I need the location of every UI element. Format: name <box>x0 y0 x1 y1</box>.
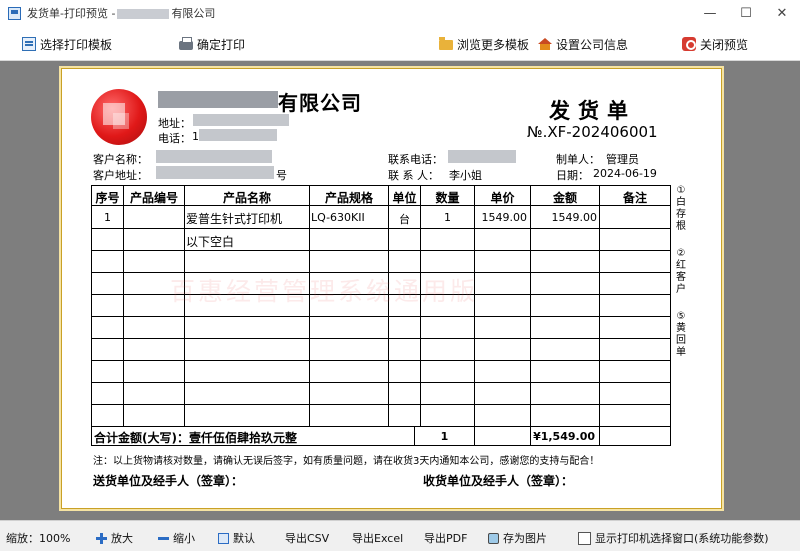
document-number: №.XF-202406001 <box>527 123 658 141</box>
blank-below-text: 以下空白 <box>186 235 235 249</box>
zoom-in-button[interactable]: 放大 <box>96 530 133 546</box>
copy-labels: ① 白 存 根 ② 红 客 户 ⑤ 黄 回 单 <box>676 185 686 358</box>
statusbar: 缩放： 100% 放大 缩小 默认 导出CSV 导出Excel 导出PDF 存为… <box>0 520 800 551</box>
zoom-out-button[interactable]: 缩小 <box>158 530 195 546</box>
browse-templates-button[interactable]: 浏览更多模板 <box>439 35 529 53</box>
watermark-text: 百惠经营管理系统通用版 <box>170 277 479 306</box>
company-settings-label: 设置公司信息 <box>556 37 629 52</box>
redacted-customer-name <box>156 150 272 163</box>
confirm-print-label: 确定打印 <box>197 37 246 52</box>
row1-spec: LQ-630KII <box>311 211 365 224</box>
redacted-phone <box>199 129 277 141</box>
window-titlebar: 发货单-打印预览 - 有限公司 — ☐ ✕ <box>0 0 800 26</box>
company-settings-button[interactable]: 设置公司信息 <box>538 35 628 53</box>
contact-person-label: 联 系 人： <box>388 169 439 182</box>
contact-person-value: 李小姐 <box>449 169 482 182</box>
col-header-seq: 序号 <box>95 191 120 205</box>
customer-address-suffix: 号 <box>276 169 287 182</box>
date-value: 2024-06-19 <box>593 167 657 180</box>
redacted-customer-address <box>156 166 274 179</box>
confirm-print-button[interactable]: 确定打印 <box>179 35 245 53</box>
select-template-button[interactable]: 选择打印模板 <box>22 35 112 53</box>
zoom-value: 100% <box>39 531 71 545</box>
redacted-contact-phone <box>448 150 516 163</box>
zoom-label: 缩放： <box>6 532 39 545</box>
row1-price: 1549.00 <box>481 211 528 224</box>
row1-name: 爱普生针式打印机 <box>186 212 283 226</box>
col-header-price: 单价 <box>490 191 515 205</box>
zoom-indicator: 缩放： 100% <box>6 530 70 546</box>
close-preview-label: 关闭预览 <box>700 37 749 52</box>
row1-unit: 台 <box>399 213 410 226</box>
customer-name-label: 客户名称： <box>93 153 148 166</box>
minus-icon <box>158 533 169 544</box>
app-icon <box>8 6 21 20</box>
col-header-spec: 产品规格 <box>324 191 373 205</box>
minimize-button[interactable]: — <box>692 0 728 26</box>
export-csv-button[interactable]: 导出CSV <box>285 530 329 546</box>
total-amount-words: 合计金额(大写)：壹仟伍佰肆拾玖元整 <box>94 431 297 445</box>
total-amount: ¥1,549.00 <box>533 430 595 443</box>
home-icon <box>538 38 552 50</box>
total-quantity: 1 <box>440 430 449 443</box>
row1-seq: 1 <box>104 211 111 224</box>
show-printer-dialog-checkbox[interactable]: 显示打印机选择窗口(系统功能参数) <box>578 530 769 546</box>
document-title: 发货单 <box>549 99 636 123</box>
close-window-button[interactable]: ✕ <box>764 0 800 26</box>
redacted-text <box>117 9 170 19</box>
col-header-amount: 金额 <box>552 191 577 205</box>
plus-icon <box>96 532 107 544</box>
company-name: 有限公司 <box>278 91 362 115</box>
phone-value: 1 <box>192 130 199 143</box>
row1-qty: 1 <box>444 211 451 224</box>
export-pdf-button[interactable]: 导出PDF <box>424 530 467 546</box>
power-icon <box>682 37 696 51</box>
checkbox-box[interactable] <box>578 531 591 545</box>
delivery-signature-label: 送货单位及经手人（签章）： <box>93 474 244 488</box>
zoom-default-button[interactable]: 默认 <box>218 530 255 546</box>
browse-templates-label: 浏览更多模板 <box>457 37 530 52</box>
col-header-remark: 备注 <box>622 191 647 205</box>
toolbar: 选择打印模板 确定打印 浏览更多模板 设置公司信息 关闭预览 <box>0 26 800 61</box>
col-header-qty: 数量 <box>435 191 460 205</box>
contact-phone-label: 联系电话： <box>388 153 443 166</box>
col-header-unit: 单位 <box>392 191 417 205</box>
footer-note: 注：以上货物请核对数量，请确认无误后签字，如有质量问题，请在收货3天内通知本公司… <box>93 456 600 467</box>
printer-icon <box>179 37 193 50</box>
col-header-name: 产品名称 <box>222 191 271 205</box>
row1-amount: 1549.00 <box>551 211 598 224</box>
template-icon <box>22 37 36 51</box>
receiver-signature-label: 收货单位及经手人（签章）： <box>423 474 574 488</box>
customer-address-label: 客户地址： <box>93 169 148 182</box>
default-zoom-icon <box>218 532 229 544</box>
company-logo <box>91 89 147 145</box>
save-image-button[interactable]: 存为图片 <box>488 530 547 546</box>
date-label: 日期： <box>556 169 589 182</box>
maker-label: 制单人： <box>556 153 600 166</box>
phone-label: 电话： <box>158 132 191 145</box>
image-icon <box>488 532 499 544</box>
window-title: 发货单-打印预览 - 有限公司 <box>27 7 216 20</box>
maker-value: 管理员 <box>606 153 639 166</box>
col-header-code: 产品编号 <box>129 191 178 205</box>
items-table: 序号 产品编号 产品名称 产品规格 单位 数量 单价 金额 备注 1 爱普生针式… <box>91 185 671 446</box>
folder-icon <box>439 37 453 50</box>
maximize-button[interactable]: ☐ <box>728 0 764 26</box>
close-preview-button[interactable]: 关闭预览 <box>682 35 748 53</box>
select-template-label: 选择打印模板 <box>40 37 113 52</box>
redacted-address <box>193 114 289 126</box>
export-excel-button[interactable]: 导出Excel <box>352 530 403 546</box>
address-label: 地址： <box>158 117 191 130</box>
redacted-company-name <box>158 91 278 108</box>
